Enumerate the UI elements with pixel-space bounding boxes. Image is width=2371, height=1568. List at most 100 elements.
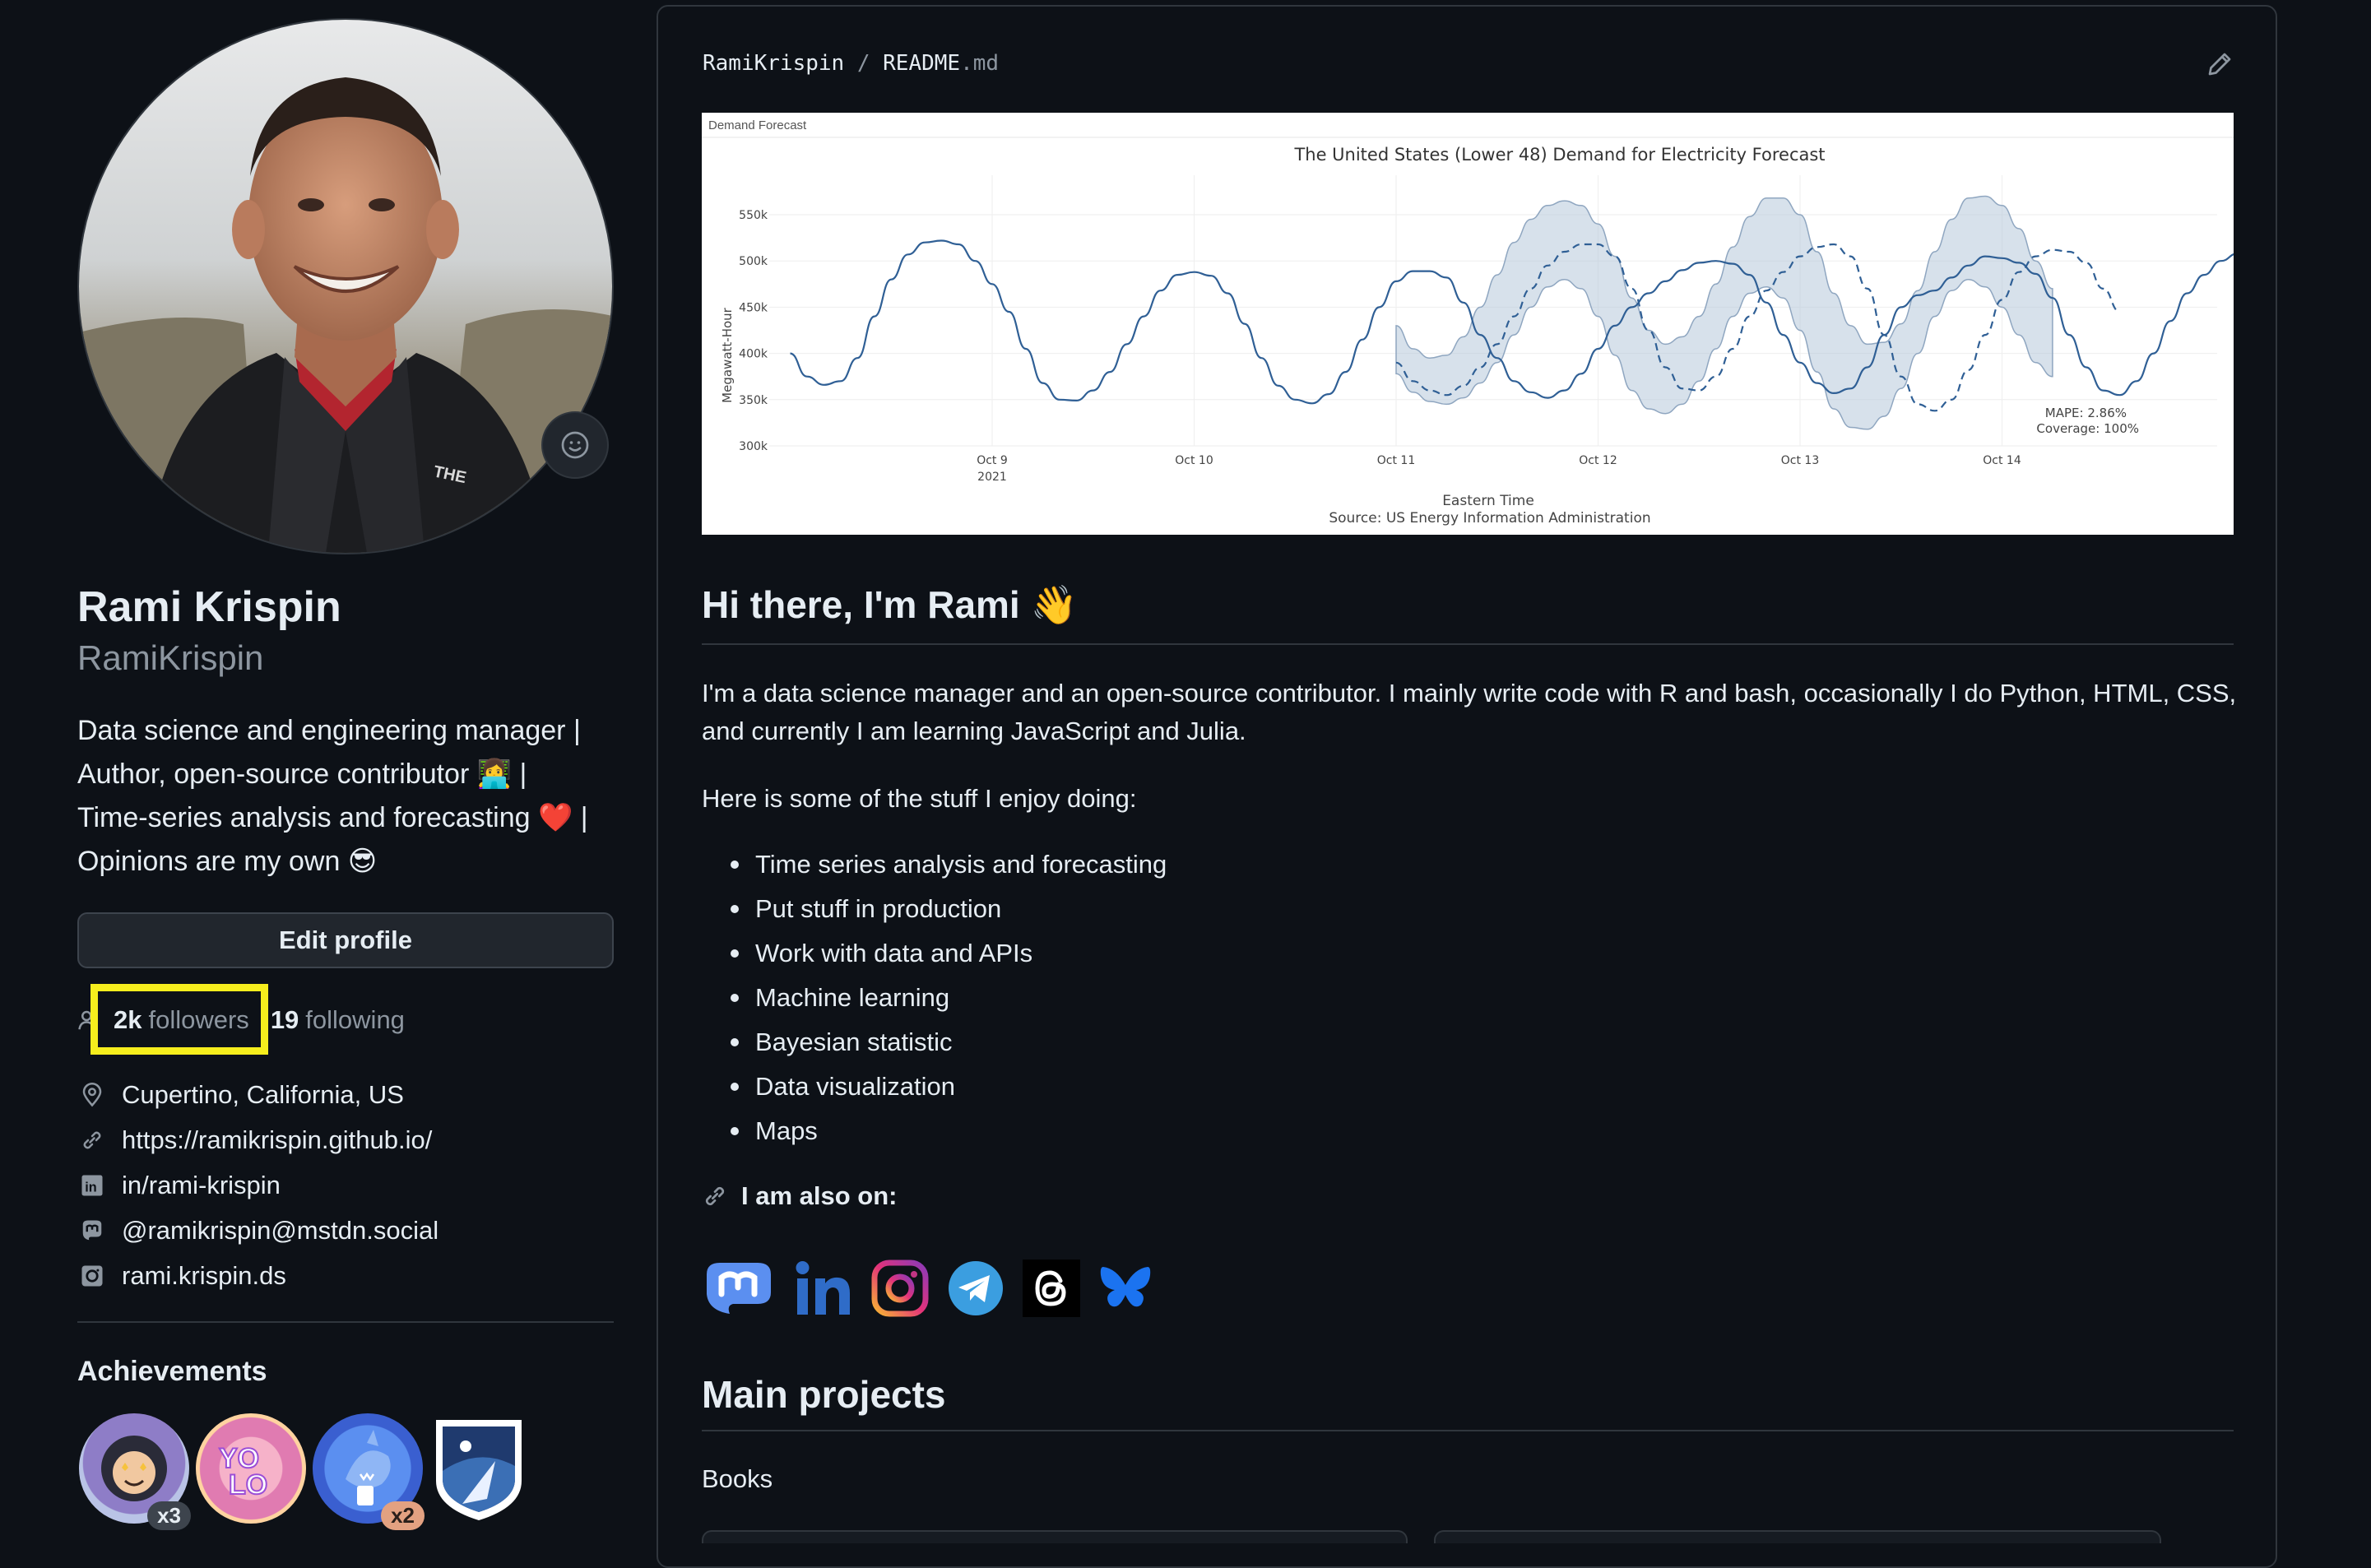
social-linkedin-link[interactable] — [794, 1259, 853, 1318]
chart-source: Source: US Energy Information Administra… — [1329, 510, 1650, 527]
list-item: Bayesian statistic — [724, 1020, 1167, 1065]
anchor-link-icon[interactable] — [702, 1183, 728, 1209]
bluesky-logo-icon — [1100, 1267, 1151, 1307]
yolo-icon: YO LO — [218, 1442, 268, 1501]
svg-text:LO: LO — [229, 1469, 267, 1501]
list-item: Put stuff in production — [724, 887, 1167, 931]
bio-line: Time-series analysis and forecasting ❤️ … — [77, 802, 588, 833]
telegram-logo-icon — [949, 1261, 1003, 1315]
instagram-link[interactable]: rami.krispin.ds — [122, 1261, 286, 1291]
profile-details: Cupertino, California, US https://ramikr… — [77, 1072, 438, 1298]
profile-bio: Data science and engineering manager | A… — [77, 709, 629, 884]
chart-x-year-label: 2021 — [977, 471, 1007, 484]
also-on-heading: I am also on: — [702, 1181, 897, 1211]
heading-rule — [702, 1430, 2234, 1431]
achievement-count: x2 — [381, 1501, 425, 1530]
chart-x-tick-label: Oct 13 — [1781, 454, 1819, 467]
heading-rule — [702, 643, 2234, 645]
social-bluesky-link[interactable] — [1098, 1264, 1153, 1313]
mastodon-link[interactable]: @ramikrispin@mstdn.social — [122, 1216, 438, 1246]
chart-y-tick-label: 300k — [739, 440, 768, 453]
linkedin-logo-icon — [796, 1261, 850, 1315]
path-separator: / — [856, 51, 870, 76]
enjoy-list: Time series analysis and forecasting Put… — [724, 842, 1167, 1153]
social-telegram-link[interactable] — [947, 1260, 1005, 1317]
social-instagram-link[interactable] — [871, 1260, 929, 1317]
chart-x-tick-label: Oct 11 — [1377, 454, 1415, 467]
forecast-interval-band — [1395, 195, 2053, 430]
readme-file-ext: .md — [960, 51, 1000, 76]
chart-x-label: Eastern Time — [1442, 493, 1534, 509]
list-item: Data visualization — [724, 1065, 1167, 1109]
linkedin-link[interactable]: in/rami-krispin — [122, 1171, 281, 1200]
profile-fullname: Rami Krispin — [77, 583, 341, 631]
chart-x-ticks: Oct 9 Oct 10 Oct 11 Oct 12 Oct 13 Oct 14 2021 — [977, 454, 2021, 484]
edit-readme-button[interactable] — [2205, 49, 2234, 83]
bio-line: Author, open-source contributor 👩‍💻 | — [77, 758, 527, 790]
readme-path: RamiKrispin / README.md — [703, 51, 999, 76]
mastodon-icon — [77, 1216, 107, 1246]
list-item: Machine learning — [724, 976, 1167, 1020]
achievements-title: Achievements — [77, 1356, 267, 1387]
chart-mape-annotation: MAPE: 2.86% — [2045, 406, 2127, 420]
detail-website: https://ramikrispin.github.io/ — [77, 1117, 438, 1162]
avatar-container[interactable]: THE — [77, 18, 614, 554]
chart-coverage-annotation: Coverage: 100% — [2036, 421, 2139, 436]
bio-line: Data science and engineering manager | — [77, 715, 581, 746]
following-link[interactable]: 19 following — [271, 1005, 405, 1035]
chart-title: The United States (Lower 48) Demand for … — [1293, 145, 1825, 165]
achievement-arctic-code-vault-badge[interactable] — [429, 1413, 540, 1524]
chart-y-tick-label: 450k — [739, 301, 768, 314]
following-label: following — [305, 1005, 405, 1034]
achievement-yolo-badge[interactable]: YO LO — [196, 1413, 306, 1524]
avatar-photo: THE — [79, 20, 612, 553]
bio-line: Opinions are my own 😎 — [77, 846, 378, 877]
avatar[interactable]: THE — [77, 18, 614, 554]
website-link[interactable]: https://ramikrispin.github.io/ — [122, 1125, 432, 1155]
achievements-list: x3 YO LO x2 — [79, 1413, 546, 1530]
set-status-button[interactable] — [541, 411, 609, 479]
smiley-icon — [561, 431, 589, 459]
list-item: Work with data and APIs — [724, 931, 1167, 976]
chart-panel-label: Demand Forecast — [708, 118, 807, 132]
instagram-logo-icon — [871, 1260, 929, 1317]
readme-intro: I'm a data science manager and an open-s… — [702, 679, 2237, 745]
chart-x-tick-label: Oct 12 — [1579, 454, 1617, 467]
arctic-vault-icon — [436, 1420, 522, 1520]
location-icon — [77, 1080, 107, 1110]
instagram-icon — [77, 1261, 107, 1291]
chart-y-ticks: 300k 350k 400k 450k 500k 550k — [739, 209, 768, 453]
also-on-text: I am also on: — [741, 1181, 898, 1210]
mastodon-logo-icon — [707, 1263, 771, 1314]
location-text: Cupertino, California, US — [122, 1079, 404, 1109]
profile-username: RamiKrispin — [77, 638, 264, 677]
achievement-pull-shark-badge[interactable]: x2 — [313, 1413, 425, 1530]
edit-profile-button[interactable]: Edit profile — [77, 912, 614, 968]
readme-owner-link[interactable]: RamiKrispin — [703, 51, 844, 76]
social-mastodon-link[interactable] — [702, 1260, 776, 1317]
social-links — [702, 1259, 1171, 1318]
link-icon — [77, 1125, 107, 1155]
chart-y-tick-label: 400k — [739, 348, 768, 361]
chart-svg: Demand Forecast The United States (Lower… — [702, 118, 2322, 527]
readme-greeting: Hi there, I'm Rami 👋 — [702, 583, 1078, 626]
demand-forecast-chart: Demand Forecast The United States (Lower… — [702, 113, 2322, 535]
detail-location: Cupertino, California, US — [77, 1072, 438, 1117]
achievement-starstruck-badge[interactable]: x3 — [79, 1413, 191, 1530]
readme-enjoy-heading: Here is some of the stuff I enjoy doing: — [702, 784, 1137, 813]
list-item: Time series analysis and forecasting — [724, 842, 1167, 887]
followers-highlight-box — [90, 984, 268, 1055]
svg-text:in: in — [85, 1180, 96, 1195]
sidebar-divider — [77, 1321, 614, 1323]
chart-y-tick-label: 350k — [739, 394, 768, 407]
detail-instagram: rami.krispin.ds — [77, 1253, 438, 1298]
social-threads-link[interactable] — [1023, 1260, 1080, 1317]
chart-y-label: Megawatt-Hour — [720, 307, 735, 402]
pencil-icon — [2208, 53, 2231, 76]
following-count: 19 — [270, 1005, 299, 1034]
chart-x-tick-label: Oct 10 — [1175, 454, 1213, 467]
chart-y-tick-label: 550k — [739, 209, 768, 222]
readme-file-name: README — [883, 51, 961, 76]
achievement-count: x3 — [147, 1501, 191, 1530]
linkedin-icon: in — [77, 1171, 107, 1200]
